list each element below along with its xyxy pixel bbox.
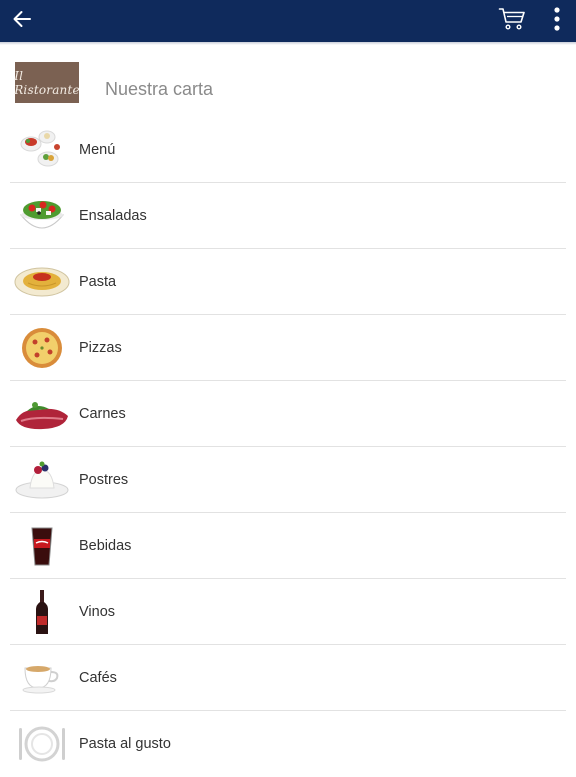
- coffee-icon: [12, 654, 72, 702]
- menu-item-carnes[interactable]: Carnes: [10, 381, 566, 447]
- menu-item-label: Vinos: [79, 603, 116, 620]
- logo-text: Il Ristorante: [14, 68, 80, 97]
- menu-list: Menú Ensaladas Pasta Pizzas Carnes Postr…: [10, 117, 566, 777]
- cart-button[interactable]: [494, 0, 530, 42]
- menu-dishes-icon: [12, 126, 72, 174]
- menu-item-label: Pasta al gusto: [79, 736, 171, 752]
- pasta-icon: [12, 258, 72, 306]
- salad-icon: [12, 192, 72, 240]
- dessert-icon: [12, 456, 72, 504]
- menu-item-pasta-al-gusto[interactable]: Pasta al gusto: [10, 711, 566, 777]
- menu-item-label: Ensaladas: [79, 207, 147, 224]
- shopping-cart-icon: [498, 7, 526, 36]
- pizza-icon: [12, 324, 72, 372]
- app-toolbar: [0, 0, 576, 45]
- soda-icon: [12, 522, 72, 570]
- page-header: Il Ristorante Nuestra carta: [0, 45, 576, 117]
- menu-item-postres[interactable]: Postres: [10, 447, 566, 513]
- more-options-button[interactable]: [544, 0, 570, 42]
- menu-item-pizzas[interactable]: Pizzas: [10, 315, 566, 381]
- arrow-left-icon: [12, 10, 32, 33]
- menu-item-label: Postres: [79, 471, 129, 488]
- menu-item-label: Pizzas: [79, 339, 122, 356]
- menu-item-vinos[interactable]: Vinos: [10, 579, 566, 645]
- page-title: Nuestra carta: [105, 79, 214, 99]
- menu-item-label: Cafés: [79, 669, 117, 686]
- more-vertical-icon: [554, 6, 560, 36]
- meat-icon: [12, 390, 72, 438]
- menu-item-label: Carnes: [79, 405, 126, 422]
- menu-item-label: Menú: [79, 141, 116, 158]
- menu-item-label: Pasta: [79, 273, 117, 290]
- restaurant-logo: Il Ristorante: [14, 62, 80, 103]
- menu-item-label: Bebidas: [79, 537, 132, 554]
- menu-item-ensaladas[interactable]: Ensaladas: [10, 183, 566, 249]
- plate-icon: [12, 720, 72, 768]
- menu-item-cafes[interactable]: Cafés: [10, 645, 566, 711]
- menu-item-menu[interactable]: Menú: [10, 117, 566, 183]
- wine-icon: [12, 588, 72, 636]
- menu-item-bebidas[interactable]: Bebidas: [10, 513, 566, 579]
- menu-item-pasta[interactable]: Pasta: [10, 249, 566, 315]
- back-button[interactable]: [6, 0, 38, 42]
